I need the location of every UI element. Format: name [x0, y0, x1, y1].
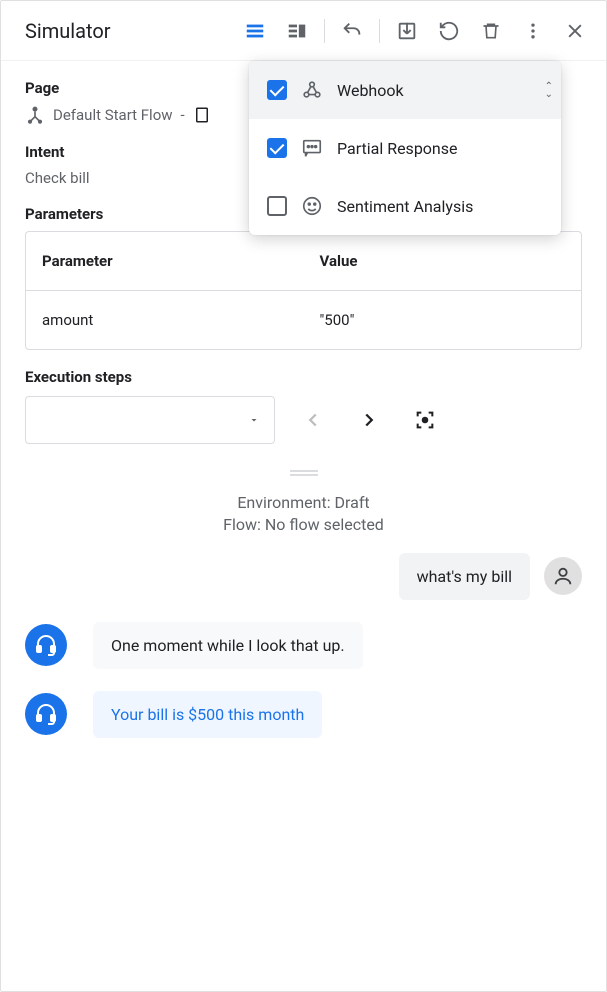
- next-step-button[interactable]: [351, 402, 387, 438]
- flow-line: Flow: No flow selected: [1, 514, 606, 536]
- environment-line: Environment: Draft: [1, 492, 606, 514]
- user-avatar: [544, 557, 582, 595]
- param-value: "500": [304, 291, 582, 349]
- drag-handle[interactable]: [1, 464, 606, 478]
- toolbar-divider: [379, 19, 380, 43]
- checkbox-webhook[interactable]: [267, 80, 287, 100]
- person-icon: [552, 565, 574, 587]
- undo-icon[interactable]: [333, 12, 371, 50]
- view-split-icon[interactable]: [278, 12, 316, 50]
- execution-controls: [25, 396, 582, 444]
- headset-icon: [34, 702, 58, 726]
- popover-item-sentiment[interactable]: Sentiment Analysis: [249, 177, 561, 235]
- breadcrumb-item: Default Start Flow: [53, 106, 173, 124]
- bot-avatar: [25, 693, 67, 735]
- page-icon: [193, 105, 211, 125]
- options-popover: ⌃⌄ Webhook Partial Response Sentiment An…: [249, 61, 561, 235]
- bot-message: One moment while I look that up.: [93, 622, 363, 669]
- table-header: Parameter Value: [26, 232, 581, 291]
- webhook-icon: [301, 79, 323, 101]
- param-name: amount: [26, 291, 304, 349]
- breadcrumb-sep: -: [181, 106, 185, 124]
- col-value: Value: [304, 232, 582, 290]
- popover-item-webhook[interactable]: Webhook: [249, 61, 561, 119]
- smile-icon: [301, 195, 323, 217]
- popover-label: Webhook: [337, 81, 404, 100]
- message-icon: [301, 137, 323, 159]
- execution-label: Execution steps: [25, 368, 582, 386]
- bot-message-row: Your bill is $500 this month: [25, 691, 582, 738]
- close-icon[interactable]: [556, 12, 594, 50]
- execution-step-select[interactable]: [25, 396, 275, 444]
- bot-message-row: One moment while I look that up.: [25, 622, 582, 669]
- header: Simulator: [1, 1, 606, 61]
- chat-info: Environment: Draft Flow: No flow selecte…: [1, 492, 606, 537]
- simulator-panel: Simulator: [0, 0, 607, 992]
- table-row: amount "500": [26, 291, 581, 349]
- header-title: Simulator: [25, 19, 236, 43]
- popover-label: Sentiment Analysis: [337, 197, 473, 216]
- prev-step-button[interactable]: [295, 402, 331, 438]
- popover-drag-icon[interactable]: ⌃⌄: [545, 83, 553, 99]
- checkbox-sentiment[interactable]: [267, 196, 287, 216]
- parameters-table: Parameter Value amount "500": [25, 231, 582, 350]
- toolbar-divider: [324, 19, 325, 43]
- headset-icon: [34, 633, 58, 657]
- toolbar: [236, 12, 594, 50]
- chat: what's my bill One moment while I look t…: [1, 537, 606, 750]
- reset-icon[interactable]: [430, 12, 468, 50]
- focus-icon[interactable]: [407, 402, 443, 438]
- chevron-down-icon: [248, 414, 260, 426]
- checkbox-partial-response[interactable]: [267, 138, 287, 158]
- execution-section: Execution steps: [1, 350, 606, 444]
- bot-avatar: [25, 624, 67, 666]
- user-message-row: what's my bill: [25, 553, 582, 600]
- bot-message-highlight: Your bill is $500 this month: [93, 691, 322, 738]
- popover-item-partial-response[interactable]: Partial Response: [249, 119, 561, 177]
- view-list-icon[interactable]: [236, 12, 274, 50]
- col-parameter: Parameter: [26, 232, 304, 290]
- download-icon[interactable]: [388, 12, 426, 50]
- user-message: what's my bill: [399, 553, 530, 600]
- more-icon[interactable]: [514, 12, 552, 50]
- flow-icon: [25, 105, 45, 125]
- delete-icon[interactable]: [472, 12, 510, 50]
- popover-label: Partial Response: [337, 139, 458, 158]
